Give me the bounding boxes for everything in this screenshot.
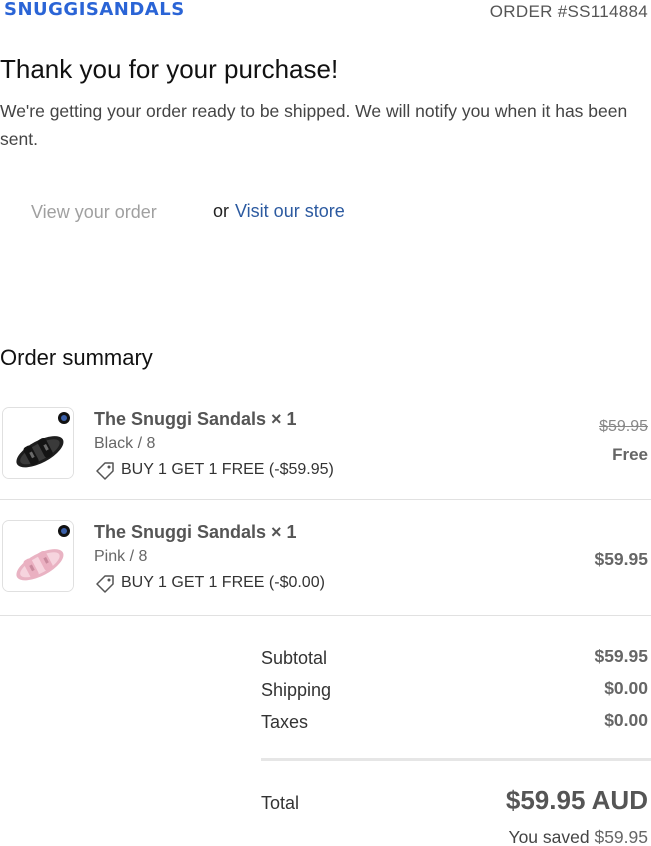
order-item: The Snuggi Sandals × 1 Black / 8 BUY 1 G…: [0, 404, 651, 500]
product-variant: Black / 8: [94, 435, 156, 452]
black-sandal-image: [3, 408, 73, 478]
discount-label: BUY 1 GET 1 FREE (-$59.95): [121, 461, 334, 478]
order-totals: Subtotal $59.95 Shipping $0.00 Taxes $0.…: [261, 645, 651, 741]
visit-store-link[interactable]: Visit our store: [235, 201, 345, 222]
item-price: $59.95: [594, 549, 648, 569]
product-variant: Pink / 8: [94, 548, 148, 565]
subtotal-row: Subtotal $59.95: [261, 645, 651, 677]
product-thumbnail: [2, 407, 74, 479]
savings-line: You saved $59.95: [509, 827, 649, 846]
page-title: Thank you for your purchase!: [0, 54, 339, 84]
product-name: The Snuggi Sandals × 1: [94, 409, 297, 429]
tag-icon: [96, 462, 114, 480]
shipping-label: Shipping: [261, 680, 332, 700]
tag-icon: [96, 575, 114, 593]
store-logo[interactable]: SNUGGISANDALS: [4, 0, 185, 20]
total-label: Total: [261, 793, 300, 813]
savings-amount: $59.95: [594, 827, 648, 846]
savings-label: You saved: [508, 827, 590, 846]
taxes-row: Taxes $0.00: [261, 709, 651, 741]
shipping-value: $0.00: [604, 678, 648, 698]
subtotal-label: Subtotal: [261, 648, 328, 668]
order-item: The Snuggi Sandals × 1 Pink / 8 BUY 1 GE…: [0, 517, 651, 616]
order-number: ORDER #SS114884: [489, 2, 648, 21]
original-price: $59.95: [599, 418, 648, 435]
subtotal-value: $59.95: [594, 646, 648, 666]
pink-sandal-image: [3, 521, 73, 591]
confirmation-message: We're getting your order ready to be shi…: [0, 101, 628, 149]
shipping-row: Shipping $0.00: [261, 677, 651, 709]
item-price: Free: [612, 445, 648, 464]
taxes-label: Taxes: [261, 712, 309, 732]
total-value: $59.95 AUD: [505, 785, 648, 815]
view-order-button[interactable]: View your order: [31, 202, 157, 223]
order-summary-heading: Order summary: [0, 345, 153, 370]
totals-divider: [261, 758, 651, 761]
product-thumbnail: [2, 520, 74, 592]
discount-label: BUY 1 GET 1 FREE (-$0.00): [121, 574, 325, 591]
product-name: The Snuggi Sandals × 1: [94, 522, 297, 542]
header: SNUGGISANDALS ORDER #SS114884: [0, 0, 651, 24]
or-label: or: [213, 201, 230, 221]
order-actions: View your order or Visit our store: [0, 199, 651, 229]
taxes-value: $0.00: [604, 710, 648, 730]
